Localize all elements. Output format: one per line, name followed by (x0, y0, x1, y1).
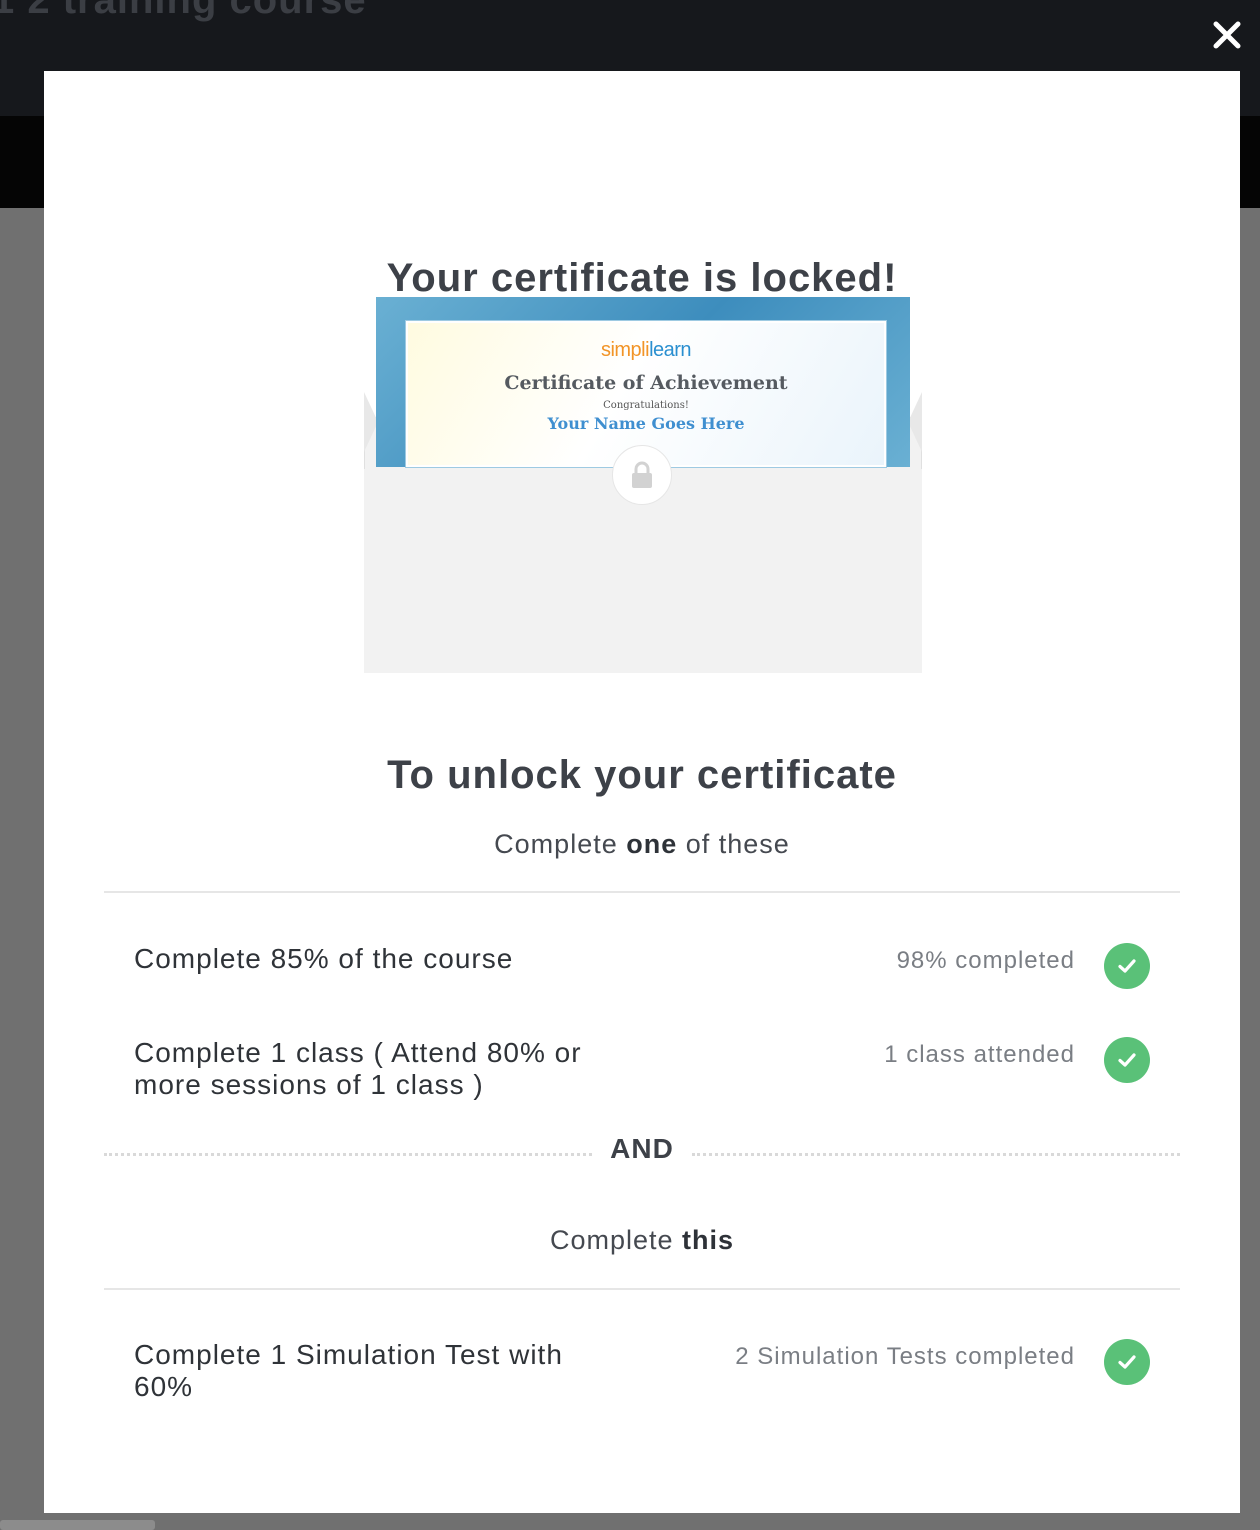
certificate-card: simplilearn Certificate of Achievement C… (376, 297, 910, 468)
modal-title: Your certificate is locked! (386, 256, 898, 300)
lock-icon (632, 461, 652, 488)
divider (104, 1288, 1180, 1290)
check-icon (1104, 1339, 1150, 1385)
close-icon (1213, 21, 1241, 49)
close-button[interactable] (1206, 14, 1248, 56)
group2-instruction: Complete this (549, 1225, 735, 1255)
lock-badge (612, 445, 672, 505)
requirement-status: 98% completed (896, 947, 1075, 974)
requirement-label: Complete 1 class ( Attend 80% or more se… (134, 1037, 582, 1100)
divider (104, 891, 1180, 893)
requirement-status: 1 class attended (884, 1041, 1075, 1068)
requirement-label: Complete 1 Simulation Test with 60% (134, 1339, 563, 1402)
certificate-heading: Certificate of Achievement (504, 372, 788, 394)
certificate-recipient-name: Your Name Goes Here (547, 414, 745, 433)
requirement-label: Complete 85% of the course (134, 943, 514, 974)
certificate-modal: Your certificate is locked! simplilearn … (44, 71, 1240, 1513)
requirement-status: 2 Simulation Tests completed (735, 1343, 1075, 1370)
check-icon (1104, 1037, 1150, 1083)
dotted-line (692, 1153, 1180, 1156)
and-label: AND (610, 1133, 674, 1164)
background-page-title: 1 2 training course (0, 0, 367, 22)
certificate-envelope: simplilearn Certificate of Achievement C… (364, 297, 922, 673)
horizontal-scrollbar[interactable] (0, 1520, 155, 1530)
check-icon (1104, 943, 1150, 989)
envelope-flap-right (908, 392, 922, 452)
certificate-congrats: Congratulations! (603, 400, 689, 411)
group1-instruction: Complete one of these (494, 829, 790, 859)
certificate-logo: simplilearn (600, 339, 692, 361)
and-separator: AND (104, 1133, 1180, 1173)
unlock-title: To unlock your certificate (387, 753, 897, 797)
